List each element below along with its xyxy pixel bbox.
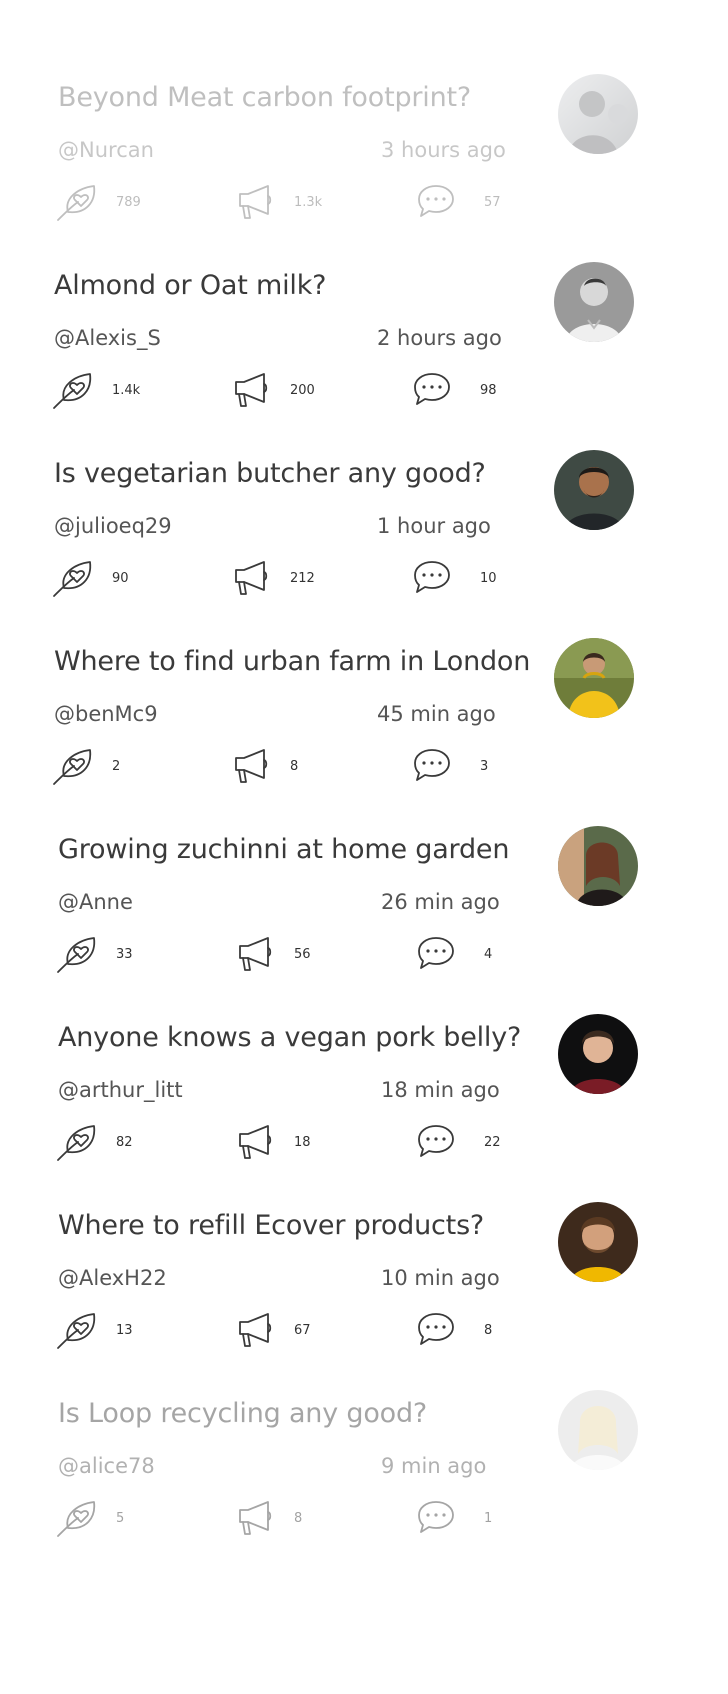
feed-post[interactable]: Is Loop recycling any good? @alice78 9 m…	[0, 1386, 728, 1574]
feed-post[interactable]: Almond or Oat milk? @Alexis_S 2 hours ag…	[0, 258, 728, 446]
comment-count: 10	[480, 571, 497, 586]
leaf-heart-icon[interactable]	[56, 182, 102, 222]
post-time: 9 min ago	[381, 1454, 487, 1478]
like-count: 90	[112, 571, 129, 586]
feed-post[interactable]: Where to refill Ecover products? @AlexH2…	[0, 1198, 728, 1386]
comment-count: 4	[484, 947, 493, 962]
post-title[interactable]: Almond or Oat milk?	[54, 270, 326, 301]
like-count: 5	[116, 1511, 125, 1526]
comment-count: 3	[480, 759, 489, 774]
share-count: 200	[290, 383, 315, 398]
post-title[interactable]: Is vegetarian butcher any good?	[54, 458, 486, 489]
megaphone-icon[interactable]	[234, 1310, 280, 1350]
comment-count: 98	[480, 383, 497, 398]
megaphone-icon[interactable]	[234, 1122, 280, 1162]
leaf-heart-icon[interactable]	[52, 746, 98, 786]
avatar[interactable]	[558, 74, 638, 154]
speech-bubble-icon[interactable]	[414, 934, 460, 974]
post-time: 1 hour ago	[377, 514, 491, 538]
post-author[interactable]: @arthur_litt	[58, 1078, 183, 1102]
like-count: 2	[112, 759, 121, 774]
post-title[interactable]: Beyond Meat carbon footprint?	[58, 82, 471, 113]
megaphone-icon[interactable]	[230, 746, 276, 786]
post-time: 45 min ago	[377, 702, 496, 726]
share-count: 8	[294, 1511, 303, 1526]
leaf-heart-icon[interactable]	[56, 1122, 102, 1162]
speech-bubble-icon[interactable]	[410, 746, 456, 786]
share-count: 67	[294, 1323, 311, 1338]
post-author[interactable]: @Anne	[58, 890, 133, 914]
like-count: 13	[116, 1323, 133, 1338]
feed-post[interactable]: Where to find urban farm in London @benM…	[0, 634, 728, 822]
megaphone-icon[interactable]	[234, 934, 280, 974]
comment-count: 22	[484, 1135, 501, 1150]
avatar[interactable]	[558, 826, 638, 906]
discussion-feed: Beyond Meat carbon footprint? @Nurcan 3 …	[0, 0, 728, 1694]
bottom-fade	[0, 1574, 728, 1694]
feed-post[interactable]: Anyone knows a vegan pork belly? @arthur…	[0, 1010, 728, 1198]
speech-bubble-icon[interactable]	[410, 370, 456, 410]
speech-bubble-icon[interactable]	[414, 1498, 460, 1538]
avatar[interactable]	[554, 262, 634, 342]
leaf-heart-icon[interactable]	[52, 370, 98, 410]
post-title[interactable]: Where to refill Ecover products?	[58, 1210, 484, 1241]
like-count: 789	[116, 195, 141, 210]
share-count: 1.3k	[294, 195, 323, 210]
post-title[interactable]: Growing zuchinni at home garden	[58, 834, 509, 865]
post-author[interactable]: @AlexH22	[58, 1266, 167, 1290]
post-time: 3 hours ago	[381, 138, 506, 162]
post-author[interactable]: @Nurcan	[58, 138, 154, 162]
like-count: 82	[116, 1135, 133, 1150]
share-count: 18	[294, 1135, 311, 1150]
share-count: 56	[294, 947, 311, 962]
post-title[interactable]: Anyone knows a vegan pork belly?	[58, 1022, 521, 1053]
post-time: 18 min ago	[381, 1078, 500, 1102]
megaphone-icon[interactable]	[234, 1498, 280, 1538]
post-title[interactable]: Where to find urban farm in London	[54, 646, 530, 677]
post-time: 10 min ago	[381, 1266, 500, 1290]
avatar[interactable]	[558, 1202, 638, 1282]
leaf-heart-icon[interactable]	[56, 1310, 102, 1350]
megaphone-icon[interactable]	[230, 370, 276, 410]
avatar[interactable]	[554, 638, 634, 718]
post-time: 26 min ago	[381, 890, 500, 914]
feed-post[interactable]: Growing zuchinni at home garden @Anne 26…	[0, 822, 728, 1010]
post-title[interactable]: Is Loop recycling any good?	[58, 1398, 427, 1429]
megaphone-icon[interactable]	[234, 182, 280, 222]
speech-bubble-icon[interactable]	[410, 558, 456, 598]
post-author[interactable]: @Alexis_S	[54, 326, 161, 350]
share-count: 212	[290, 571, 315, 586]
comment-count: 8	[484, 1323, 493, 1338]
avatar[interactable]	[558, 1014, 638, 1094]
post-author[interactable]: @alice78	[58, 1454, 155, 1478]
leaf-heart-icon[interactable]	[56, 1498, 102, 1538]
post-time: 2 hours ago	[377, 326, 502, 350]
post-author[interactable]: @julioeq29	[54, 514, 172, 538]
megaphone-icon[interactable]	[230, 558, 276, 598]
feed-post[interactable]: Is vegetarian butcher any good? @julioeq…	[0, 446, 728, 634]
feed-post[interactable]: Beyond Meat carbon footprint? @Nurcan 3 …	[0, 70, 728, 258]
leaf-heart-icon[interactable]	[52, 558, 98, 598]
comment-count: 57	[484, 195, 501, 210]
leaf-heart-icon[interactable]	[56, 934, 102, 974]
share-count: 8	[290, 759, 299, 774]
speech-bubble-icon[interactable]	[414, 1122, 460, 1162]
like-count: 1.4k	[112, 383, 141, 398]
avatar[interactable]	[558, 1390, 638, 1470]
speech-bubble-icon[interactable]	[414, 182, 460, 222]
post-author[interactable]: @benMc9	[54, 702, 158, 726]
comment-count: 1	[484, 1511, 493, 1526]
avatar[interactable]	[554, 450, 634, 530]
like-count: 33	[116, 947, 133, 962]
speech-bubble-icon[interactable]	[414, 1310, 460, 1350]
